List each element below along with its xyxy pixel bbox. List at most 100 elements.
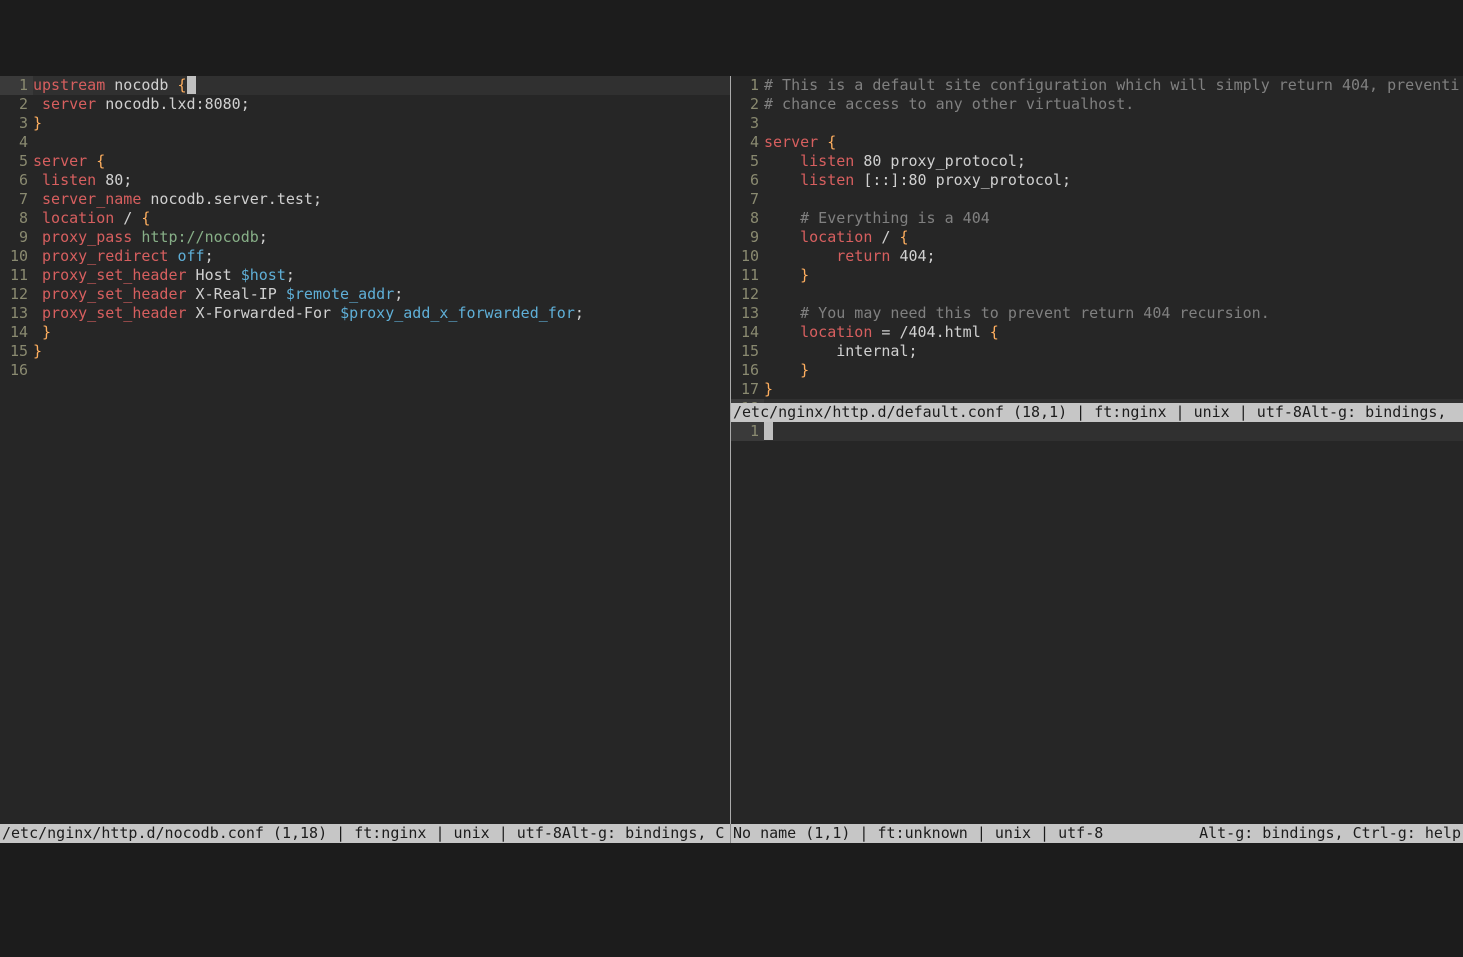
line-content[interactable]: proxy_redirect off; bbox=[33, 247, 730, 266]
line-content[interactable]: } bbox=[764, 380, 1463, 399]
line-content[interactable]: } bbox=[33, 342, 730, 361]
editor-left[interactable]: 1upstream nocodb { 2 server nocodb.lxd:8… bbox=[0, 76, 730, 824]
line-number: 14 bbox=[731, 323, 764, 342]
line-content[interactable]: # You may need this to prevent return 40… bbox=[764, 304, 1463, 323]
editor-line[interactable]: 3 bbox=[731, 114, 1463, 133]
line-number: 9 bbox=[0, 228, 33, 247]
editor-line[interactable]: 17} bbox=[731, 380, 1463, 399]
line-content[interactable]: server nocodb.lxd:8080; bbox=[33, 95, 730, 114]
editor-line[interactable]: 9 proxy_pass http://nocodb; bbox=[0, 228, 730, 247]
editor-line[interactable]: 1 bbox=[731, 422, 1463, 441]
line-content[interactable] bbox=[764, 114, 1463, 133]
editor-line[interactable]: 12 proxy_set_header X-Real-IP $remote_ad… bbox=[0, 285, 730, 304]
statusbar-right-bottom: No name (1,1) | ft:unknown | unix | utf-… bbox=[731, 824, 1463, 843]
line-content[interactable]: proxy_set_header Host $host; bbox=[33, 266, 730, 285]
editor-line[interactable]: 4 bbox=[0, 133, 730, 152]
line-number: 6 bbox=[731, 171, 764, 190]
line-content[interactable]: # This is a default site configuration w… bbox=[764, 76, 1463, 95]
editor-right-top[interactable]: 1# This is a default site configuration … bbox=[731, 76, 1463, 403]
editor-line[interactable]: 10 proxy_redirect off; bbox=[0, 247, 730, 266]
line-content[interactable]: } bbox=[764, 361, 1463, 380]
line-number: 13 bbox=[731, 304, 764, 323]
line-content[interactable] bbox=[33, 133, 730, 152]
editor-line[interactable]: 8 location / { bbox=[0, 209, 730, 228]
editor-line[interactable]: 1# This is a default site configuration … bbox=[731, 76, 1463, 95]
line-number: 14 bbox=[0, 323, 33, 342]
editor-line[interactable]: 9 location / { bbox=[731, 228, 1463, 247]
line-number: 17 bbox=[731, 380, 764, 399]
line-content[interactable]: location = /404.html { bbox=[764, 323, 1463, 342]
line-content[interactable]: # chance access to any other virtualhost… bbox=[764, 95, 1463, 114]
status-right-bottom-right: Alt-g: bindings, Ctrl-g: help bbox=[1199, 824, 1461, 843]
editor-line[interactable]: 2# chance access to any other virtualhos… bbox=[731, 95, 1463, 114]
line-number: 1 bbox=[731, 76, 764, 95]
line-number: 12 bbox=[731, 285, 764, 304]
editor-line[interactable]: 8 # Everything is a 404 bbox=[731, 209, 1463, 228]
line-content[interactable]: listen 80; bbox=[33, 171, 730, 190]
editor-line[interactable]: 5 listen 80 proxy_protocol; bbox=[731, 152, 1463, 171]
line-content[interactable]: proxy_pass http://nocodb; bbox=[33, 228, 730, 247]
line-content[interactable]: server_name nocodb.server.test; bbox=[33, 190, 730, 209]
line-content[interactable] bbox=[764, 285, 1463, 304]
line-number: 10 bbox=[731, 247, 764, 266]
line-content[interactable] bbox=[764, 422, 1463, 441]
editor-line[interactable]: 11 proxy_set_header Host $host; bbox=[0, 266, 730, 285]
line-content[interactable]: listen 80 proxy_protocol; bbox=[764, 152, 1463, 171]
line-number: 15 bbox=[0, 342, 33, 361]
editor-line[interactable]: 13 proxy_set_header X-Forwarded-For $pro… bbox=[0, 304, 730, 323]
editor-line[interactable]: 1upstream nocodb { bbox=[0, 76, 730, 95]
line-content[interactable]: server { bbox=[33, 152, 730, 171]
editor-line[interactable]: 11 } bbox=[731, 266, 1463, 285]
line-content[interactable]: return 404; bbox=[764, 247, 1463, 266]
editor-line[interactable]: 7 bbox=[731, 190, 1463, 209]
line-number: 8 bbox=[731, 209, 764, 228]
line-number: 5 bbox=[0, 152, 33, 171]
line-number: 1 bbox=[731, 422, 764, 441]
line-content[interactable]: location / { bbox=[764, 228, 1463, 247]
command-line[interactable] bbox=[0, 843, 1463, 862]
editor-line[interactable]: 2 server nocodb.lxd:8080; bbox=[0, 95, 730, 114]
editor-line[interactable]: 6 listen 80; bbox=[0, 171, 730, 190]
line-number: 2 bbox=[731, 95, 764, 114]
line-content[interactable]: server { bbox=[764, 133, 1463, 152]
line-content[interactable]: proxy_set_header X-Forwarded-For $proxy_… bbox=[33, 304, 730, 323]
line-number: 4 bbox=[731, 133, 764, 152]
line-content[interactable] bbox=[33, 361, 730, 380]
editor-line[interactable]: 15 internal; bbox=[731, 342, 1463, 361]
line-number: 6 bbox=[0, 171, 33, 190]
line-content[interactable]: internal; bbox=[764, 342, 1463, 361]
editor-line[interactable]: 7 server_name nocodb.server.test; bbox=[0, 190, 730, 209]
line-number: 11 bbox=[0, 266, 33, 285]
editor-line[interactable]: 16 bbox=[0, 361, 730, 380]
line-number: 16 bbox=[731, 361, 764, 380]
line-number: 3 bbox=[731, 114, 764, 133]
line-number: 12 bbox=[0, 285, 33, 304]
editor-line[interactable]: 5server { bbox=[0, 152, 730, 171]
line-number: 15 bbox=[731, 342, 764, 361]
line-content[interactable]: location / { bbox=[33, 209, 730, 228]
line-content[interactable]: # Everything is a 404 bbox=[764, 209, 1463, 228]
line-content[interactable]: } bbox=[33, 114, 730, 133]
line-number: 7 bbox=[0, 190, 33, 209]
line-number: 8 bbox=[0, 209, 33, 228]
line-content[interactable]: } bbox=[764, 266, 1463, 285]
editor-line[interactable]: 15} bbox=[0, 342, 730, 361]
line-number: 9 bbox=[731, 228, 764, 247]
editor-line[interactable]: 6 listen [::]:80 proxy_protocol; bbox=[731, 171, 1463, 190]
editor-line[interactable]: 12 bbox=[731, 285, 1463, 304]
line-number: 13 bbox=[0, 304, 33, 323]
editor-line[interactable]: 10 return 404; bbox=[731, 247, 1463, 266]
editor-line[interactable]: 14 } bbox=[0, 323, 730, 342]
editor-line[interactable]: 14 location = /404.html { bbox=[731, 323, 1463, 342]
editor-line[interactable]: 13 # You may need this to prevent return… bbox=[731, 304, 1463, 323]
line-content[interactable]: upstream nocodb { bbox=[33, 76, 730, 95]
editor-line[interactable]: 16 } bbox=[731, 361, 1463, 380]
line-number: 5 bbox=[731, 152, 764, 171]
line-content[interactable]: } bbox=[33, 323, 730, 342]
line-content[interactable] bbox=[764, 190, 1463, 209]
editor-line[interactable]: 4server { bbox=[731, 133, 1463, 152]
line-content[interactable]: listen [::]:80 proxy_protocol; bbox=[764, 171, 1463, 190]
line-content[interactable]: proxy_set_header X-Real-IP $remote_addr; bbox=[33, 285, 730, 304]
editor-right-bottom[interactable]: 1 bbox=[731, 422, 1463, 824]
editor-line[interactable]: 3} bbox=[0, 114, 730, 133]
